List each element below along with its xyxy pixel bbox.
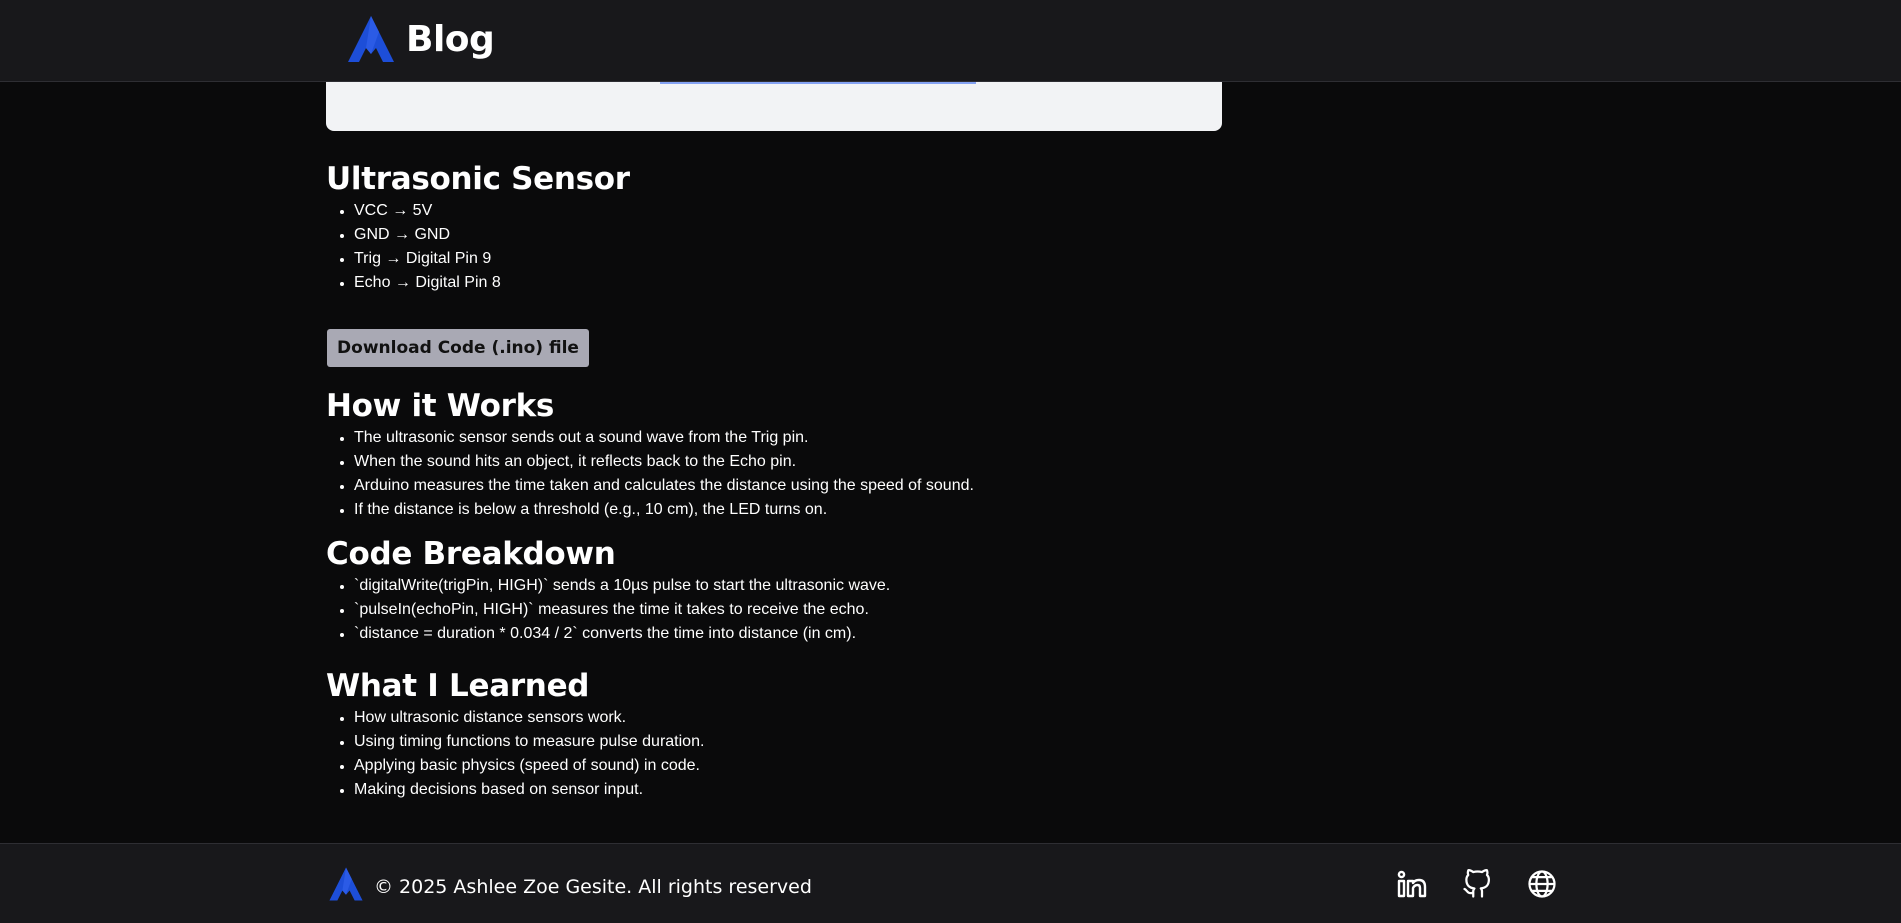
logo-icon: [346, 14, 396, 64]
brand-title: Blog: [406, 18, 495, 60]
section-heading-what-i-learned: What I Learned: [326, 668, 590, 704]
list-item: GND → GND: [354, 223, 501, 247]
copyright-text: © 2025 Ashlee Zoe Gesite. All rights res…: [374, 875, 812, 898]
globe-icon[interactable]: [1526, 868, 1558, 900]
section-heading-how-it-works: How it Works: [326, 388, 555, 424]
code-breakdown-list: `digitalWrite(trigPin, HIGH)` sends a 10…: [326, 574, 890, 646]
list-item: Echo → Digital Pin 8: [354, 271, 501, 295]
list-item: Making decisions based on sensor input.: [354, 778, 704, 802]
how-it-works-list: The ultrasonic sensor sends out a sound …: [326, 426, 974, 522]
site-header: Blog: [0, 0, 1901, 82]
list-item: `distance = duration * 0.034 / 2` conver…: [354, 622, 890, 646]
list-item: If the distance is below a threshold (e.…: [354, 498, 974, 522]
list-item: Arduino measures the time taken and calc…: [354, 474, 974, 498]
social-links: [1396, 868, 1558, 900]
list-item: `digitalWrite(trigPin, HIGH)` sends a 10…: [354, 574, 890, 598]
brand-link[interactable]: Blog: [346, 14, 495, 64]
list-item: `pulseIn(echoPin, HIGH)` measures the ti…: [354, 598, 890, 622]
site-footer: © 2025 Ashlee Zoe Gesite. All rights res…: [0, 843, 1901, 923]
list-item: Applying basic physics (speed of sound) …: [354, 754, 704, 778]
image-edge: [660, 82, 976, 84]
diagram-image-card: [326, 82, 1222, 131]
list-item: The ultrasonic sensor sends out a sound …: [354, 426, 974, 450]
footer-logo-icon[interactable]: [328, 866, 364, 907]
list-item: How ultrasonic distance sensors work.: [354, 706, 704, 730]
section-heading-ultrasonic-sensor: Ultrasonic Sensor: [326, 161, 630, 197]
download-code-button[interactable]: Download Code (.ino) file: [327, 329, 589, 367]
learned-list: How ultrasonic distance sensors work. Us…: [326, 706, 704, 802]
list-item: Trig → Digital Pin 9: [354, 247, 501, 271]
list-item: VCC → 5V: [354, 199, 501, 223]
list-item: Using timing functions to measure pulse …: [354, 730, 704, 754]
list-item: When the sound hits an object, it reflec…: [354, 450, 974, 474]
section-heading-code-breakdown: Code Breakdown: [326, 536, 616, 572]
sensor-wiring-list: VCC → 5V GND → GND Trig → Digital Pin 9 …: [326, 199, 501, 295]
github-icon[interactable]: [1461, 868, 1493, 900]
linkedin-icon[interactable]: [1396, 868, 1428, 900]
